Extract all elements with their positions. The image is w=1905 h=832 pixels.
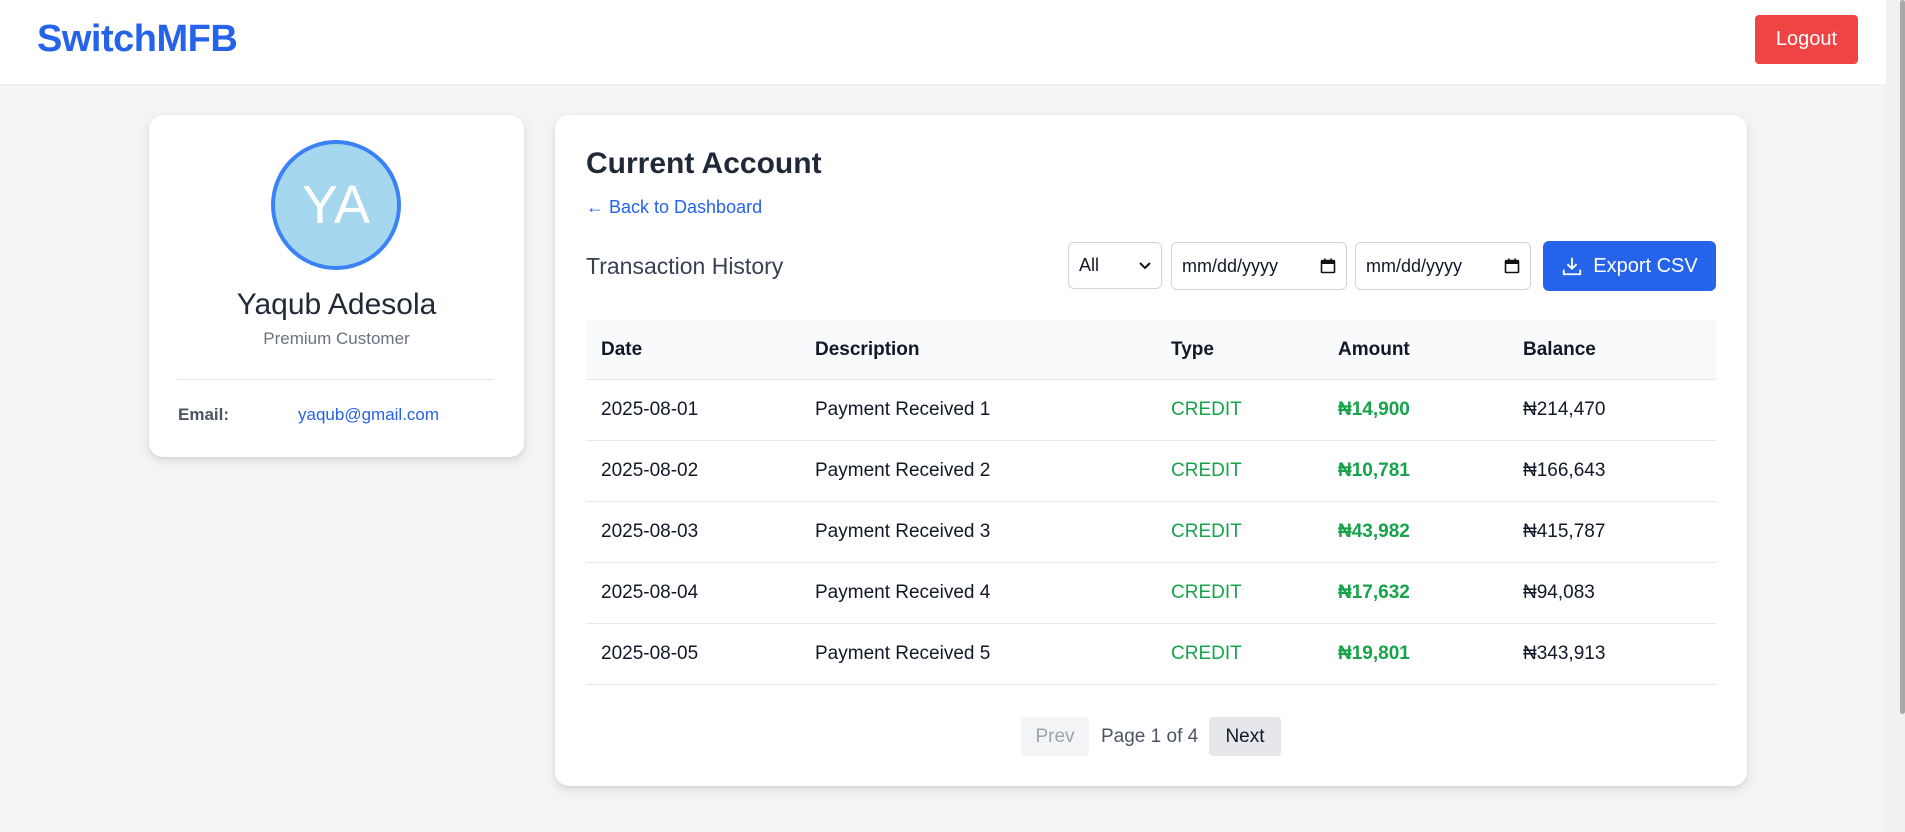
column-header-description: Description	[815, 338, 920, 360]
cell-type: CREDIT	[1171, 582, 1242, 603]
type-filter-value: All	[1079, 255, 1100, 275]
page-scrollbar-thumb[interactable]	[1900, 0, 1905, 714]
profile-tier: Premium Customer	[263, 329, 410, 348]
cell-type: CREDIT	[1171, 643, 1242, 664]
column-header-date: Date	[601, 338, 643, 360]
chevron-down-icon	[1139, 259, 1151, 273]
cell-amount: ₦17,632	[1338, 582, 1410, 603]
date-to-input[interactable]: mm/dd/yyyy	[1355, 242, 1531, 290]
back-to-dashboard-link[interactable]: ← Back to Dashboard	[586, 197, 762, 218]
cell-date: 2025-08-04	[601, 582, 699, 603]
profile-divider	[177, 379, 494, 380]
cell-balance: ₦343,913	[1523, 643, 1606, 664]
cell-amount: ₦43,982	[1338, 521, 1410, 542]
cell-amount: ₦14,900	[1338, 399, 1410, 420]
type-filter-select[interactable]: All	[1068, 242, 1162, 289]
page-title: Current Account	[586, 147, 822, 180]
cell-amount: ₦10,781	[1338, 460, 1410, 481]
table-row: 2025-08-04 Payment Received 4 CREDIT ₦17…	[586, 563, 1716, 624]
cell-description: Payment Received 2	[815, 460, 991, 481]
cell-date: 2025-08-01	[601, 399, 699, 420]
top-navbar: SwitchMFB Logout	[0, 0, 1886, 84]
table-row: 2025-08-01 Payment Received 1 CREDIT ₦14…	[586, 380, 1716, 441]
cell-type: CREDIT	[1171, 521, 1242, 542]
table-row: 2025-08-05 Payment Received 5 CREDIT ₦19…	[586, 624, 1716, 685]
cell-type: CREDIT	[1171, 460, 1242, 481]
cell-date: 2025-08-02	[601, 460, 699, 481]
next-page-button[interactable]: Next	[1209, 717, 1281, 756]
email-link[interactable]: yaqub@gmail.com	[298, 405, 439, 425]
column-header-amount: Amount	[1338, 338, 1410, 360]
cell-date: 2025-08-05	[601, 643, 699, 664]
cell-balance: ₦415,787	[1523, 521, 1606, 542]
cell-type: CREDIT	[1171, 399, 1242, 420]
table-header: Date Description Type Amount Balance	[586, 320, 1716, 380]
table-row: 2025-08-03 Payment Received 3 CREDIT ₦43…	[586, 502, 1716, 563]
brand-logo[interactable]: SwitchMFB	[37, 18, 238, 61]
cell-date: 2025-08-03	[601, 521, 699, 542]
prev-page-button[interactable]: Prev	[1021, 717, 1089, 756]
download-icon	[1561, 255, 1583, 277]
logout-button[interactable]: Logout	[1755, 15, 1858, 64]
email-label: Email:	[178, 405, 230, 424]
avatar: YA	[271, 140, 401, 270]
table-row: 2025-08-02 Payment Received 2 CREDIT ₦10…	[586, 441, 1716, 502]
transactions-table: Date Description Type Amount Balance 202…	[586, 320, 1716, 685]
cell-description: Payment Received 4	[815, 582, 991, 603]
cell-description: Payment Received 3	[815, 521, 991, 542]
column-header-balance: Balance	[1523, 338, 1596, 360]
account-card: Current Account ← Back to Dashboard Tran…	[555, 115, 1747, 786]
export-csv-label: Export CSV	[1593, 254, 1698, 277]
calendar-icon[interactable]	[1320, 258, 1336, 274]
cell-amount: ₦19,801	[1338, 643, 1410, 664]
profile-name: Yaqub Adesola	[236, 288, 437, 321]
calendar-icon[interactable]	[1504, 258, 1520, 274]
transaction-history-title: Transaction History	[586, 253, 784, 279]
cell-balance: ₦94,083	[1523, 582, 1595, 603]
date-from-placeholder: mm/dd/yyyy	[1182, 255, 1279, 276]
profile-card: YA Yaqub Adesola Premium Customer Email:…	[149, 115, 524, 457]
export-csv-button[interactable]: Export CSV	[1543, 241, 1716, 291]
cell-description: Payment Received 1	[815, 399, 991, 420]
column-header-type: Type	[1171, 338, 1214, 360]
pagination: Prev Page 1 of 4 Next	[555, 717, 1747, 757]
cell-balance: ₦214,470	[1523, 399, 1606, 420]
page-indicator: Page 1 of 4	[1101, 726, 1199, 747]
cell-balance: ₦166,643	[1523, 460, 1606, 481]
cell-description: Payment Received 5	[815, 643, 991, 664]
date-to-placeholder: mm/dd/yyyy	[1366, 255, 1463, 276]
date-from-input[interactable]: mm/dd/yyyy	[1171, 242, 1347, 290]
